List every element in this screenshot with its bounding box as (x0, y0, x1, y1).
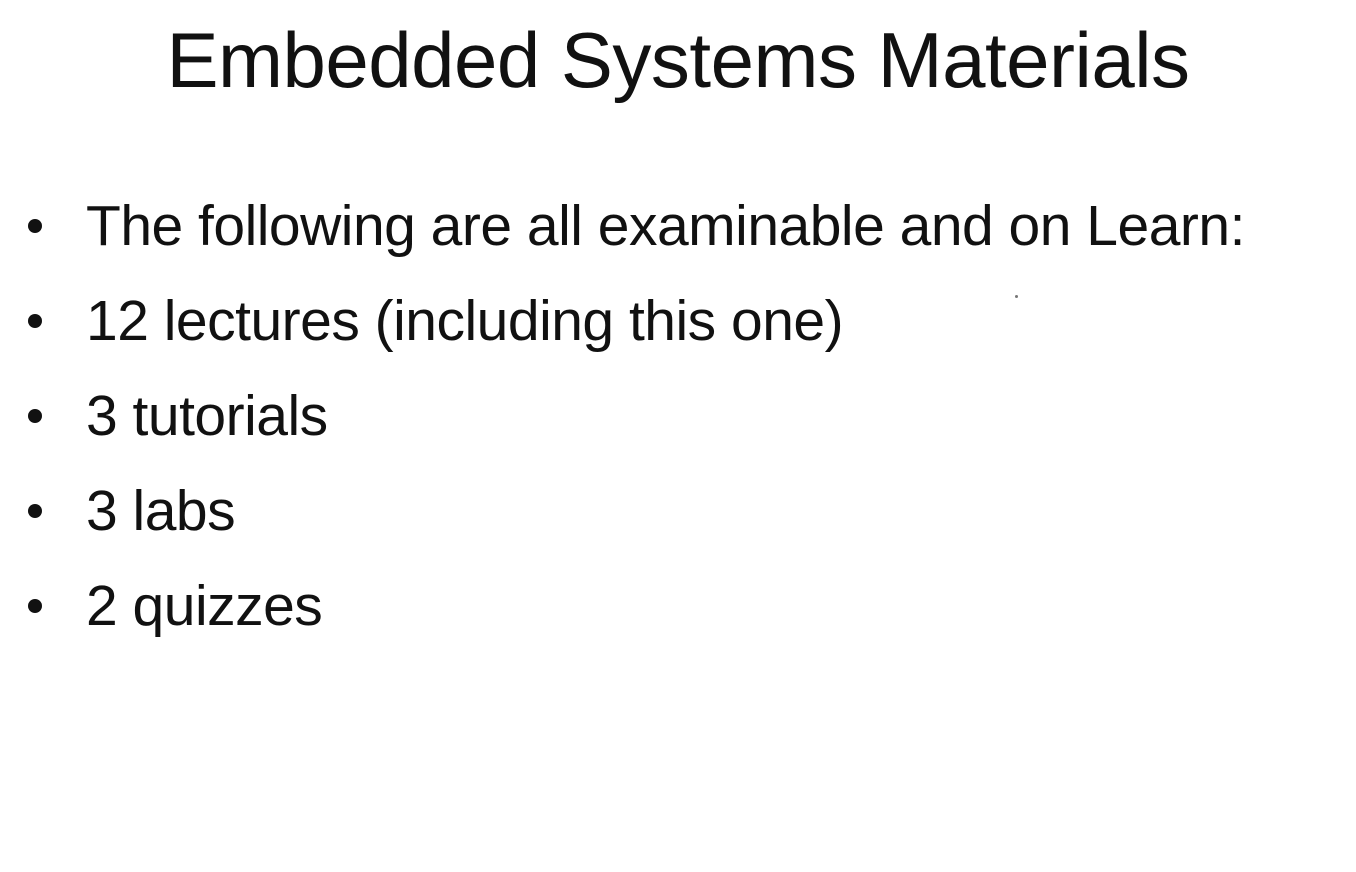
slide: Embedded Systems Materials The following… (0, 0, 1356, 872)
bullet-text: The following are all examinable and on … (86, 193, 1245, 258)
bullet-text: 2 quizzes (86, 573, 323, 638)
bullet-item: 12 lectures (including this one) (28, 273, 1348, 368)
bullet-item: The following are all examinable and on … (28, 178, 1348, 273)
slide-title: Embedded Systems Materials (166, 16, 1190, 104)
bullet-item: 3 labs (28, 463, 1348, 558)
bullet-item: 3 tutorials (28, 368, 1348, 463)
bullet-icon (28, 218, 42, 233)
bullet-icon (28, 503, 42, 518)
bullet-text: 12 lectures (including this one) (86, 288, 844, 353)
bullet-item: 2 quizzes (28, 558, 1348, 653)
bullet-list: The following are all examinable and on … (28, 178, 1348, 653)
bullet-icon (28, 598, 42, 613)
bullet-icon (28, 313, 42, 328)
bullet-text: 3 labs (86, 478, 236, 543)
bullet-icon (28, 408, 42, 423)
stray-mark (1015, 295, 1018, 298)
bullet-text: 3 tutorials (86, 383, 328, 448)
